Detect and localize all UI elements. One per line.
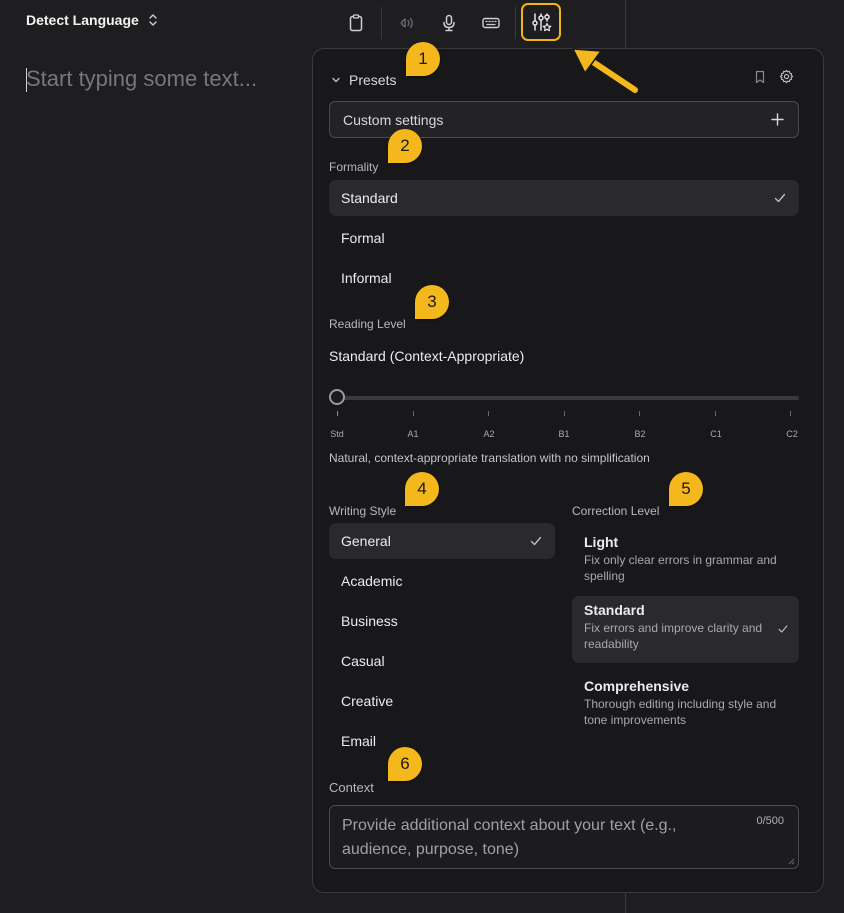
slider-tick-label: B1 xyxy=(558,429,570,439)
formality-option-informal[interactable]: Informal xyxy=(329,260,799,296)
slider-tick-label: C2 xyxy=(786,429,798,439)
writing-style-label: Writing Style xyxy=(329,504,397,518)
chevron-up-down-icon xyxy=(149,14,157,26)
option-title: Light xyxy=(584,534,619,550)
option-label: Informal xyxy=(341,270,392,286)
gear-icon xyxy=(779,69,794,84)
annotation-marker: 1 xyxy=(406,42,440,76)
annotation-arrow-icon xyxy=(572,48,640,95)
writing-style-option-general[interactable]: General xyxy=(329,523,555,559)
slider-tick xyxy=(488,411,489,416)
toolbar-separator xyxy=(515,7,516,39)
slider-tick-label: Std xyxy=(330,429,344,439)
annotation-marker: 5 xyxy=(669,472,703,506)
annotation-marker: 3 xyxy=(415,285,449,319)
presets-toggle[interactable]: Presets xyxy=(331,72,396,88)
check-icon xyxy=(774,193,786,203)
slider-tick xyxy=(715,411,716,416)
option-label: Creative xyxy=(341,693,394,709)
language-selector-label: Detect Language xyxy=(26,12,139,28)
keyboard-button[interactable] xyxy=(477,9,505,37)
plus-icon[interactable] xyxy=(771,113,784,126)
presets-label: Presets xyxy=(349,72,397,88)
preset-settings-button[interactable] xyxy=(779,69,794,89)
keyboard-icon xyxy=(482,17,500,29)
formality-option-formal[interactable]: Formal xyxy=(329,220,799,256)
check-icon xyxy=(778,625,788,633)
reading-level-label: Reading Level xyxy=(329,317,406,331)
option-description: Thorough editing including style and ton… xyxy=(584,697,777,727)
reading-level-slider-thumb[interactable] xyxy=(329,389,345,405)
option-title: Standard xyxy=(584,602,645,618)
bookmark-button[interactable] xyxy=(753,70,767,89)
annotation-marker: 2 xyxy=(388,129,422,163)
preset-select-value: Custom settings xyxy=(343,111,444,128)
slider-tick xyxy=(564,411,565,416)
option-title: Comprehensive xyxy=(584,678,690,694)
formality-label: Formality xyxy=(329,160,379,174)
correction-option-comprehensive[interactable]: Comprehensive Thorough editing including… xyxy=(572,672,799,734)
context-label: Context xyxy=(329,780,374,795)
writing-style-option-casual[interactable]: Casual xyxy=(329,643,555,679)
correction-option-standard[interactable]: Standard Fix errors and improve clarity … xyxy=(572,596,799,663)
slider-tick xyxy=(337,411,338,416)
translation-settings-button[interactable] xyxy=(521,3,561,41)
toolbar-separator xyxy=(381,7,382,39)
option-label: Standard xyxy=(341,190,398,206)
microphone-button[interactable] xyxy=(435,9,463,37)
resize-handle-icon[interactable] xyxy=(788,858,795,865)
writing-style-option-academic[interactable]: Academic xyxy=(329,563,555,599)
annotation-marker: 4 xyxy=(405,472,439,506)
slider-tick xyxy=(413,411,414,416)
option-label: General xyxy=(341,533,391,549)
speaker-button[interactable] xyxy=(393,9,421,37)
chevron-down-icon xyxy=(332,77,340,83)
microphone-icon xyxy=(443,14,455,32)
check-icon xyxy=(530,536,542,546)
bookmark-icon xyxy=(755,70,765,84)
character-count: 0/500 xyxy=(756,815,784,827)
sliders-star-icon xyxy=(532,13,552,32)
option-label: Formal xyxy=(341,230,385,246)
slider-tick-label: A1 xyxy=(407,429,419,439)
writing-style-option-creative[interactable]: Creative xyxy=(329,683,555,719)
option-label: Casual xyxy=(341,653,385,669)
context-input[interactable] xyxy=(342,814,742,862)
reading-level-value: Standard (Context-Appropriate) xyxy=(329,348,525,364)
option-label: Academic xyxy=(341,573,403,589)
option-label: Email xyxy=(341,733,377,749)
slider-tick-label: C1 xyxy=(710,429,722,439)
context-field-container: 0/500 xyxy=(329,805,799,869)
writing-style-option-business[interactable]: Business xyxy=(329,603,555,639)
language-selector[interactable]: Detect Language xyxy=(26,12,159,28)
clipboard-icon xyxy=(349,14,363,32)
formality-option-standard[interactable]: Standard xyxy=(329,180,799,216)
speaker-icon xyxy=(400,17,413,29)
reading-level-description: Natural, context-appropriate translation… xyxy=(329,451,650,465)
clipboard-button[interactable] xyxy=(342,9,370,37)
reading-level-slider-track[interactable] xyxy=(338,396,799,400)
option-description: Fix only clear errors in grammar and spe… xyxy=(584,553,777,583)
slider-tick xyxy=(790,411,791,416)
pane-divider-bottom xyxy=(625,891,626,913)
correction-option-light[interactable]: Light Fix only clear errors in grammar a… xyxy=(572,528,799,590)
slider-tick-label: A2 xyxy=(483,429,495,439)
source-text-input[interactable]: Start typing some text... xyxy=(26,66,257,92)
source-placeholder-text: Start typing some text... xyxy=(26,66,258,91)
correction-level-label: Correction Level xyxy=(572,504,660,518)
slider-tick-label: B2 xyxy=(634,429,646,439)
annotation-marker: 6 xyxy=(388,747,422,781)
slider-tick xyxy=(639,411,640,416)
option-label: Business xyxy=(341,613,398,629)
option-description: Fix errors and improve clarity and reada… xyxy=(584,621,763,651)
writing-style-option-email[interactable]: Email xyxy=(329,723,555,759)
